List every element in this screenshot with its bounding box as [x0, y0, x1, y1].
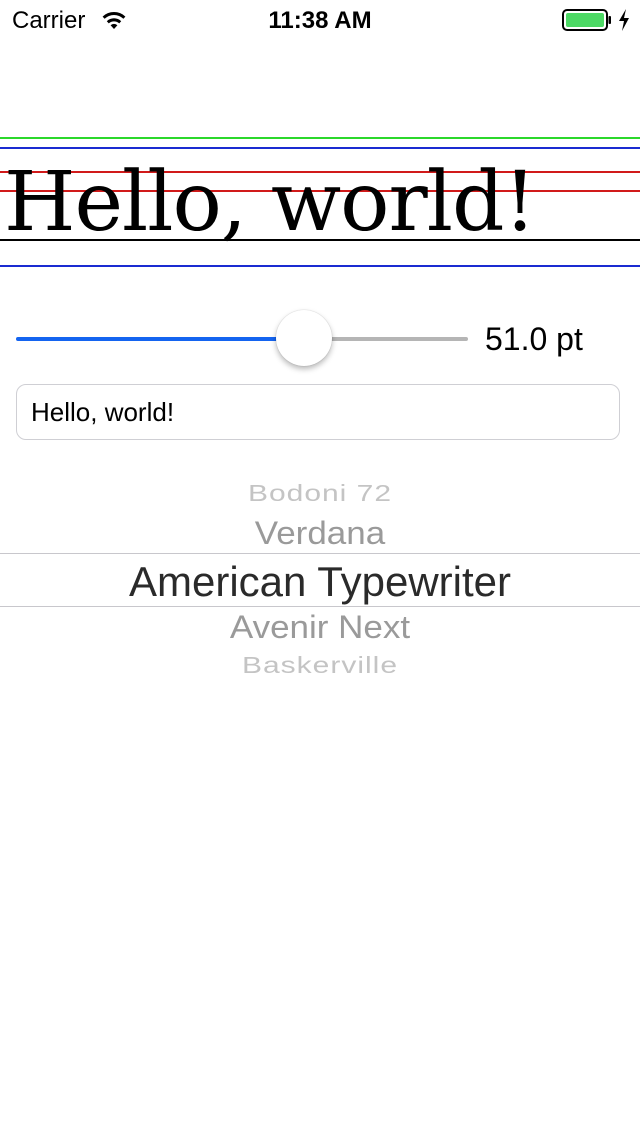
picker-item[interactable]: Baskerville [0, 653, 640, 679]
slider-thumb[interactable] [276, 310, 332, 366]
ascender-line [0, 137, 640, 139]
sample-text-input[interactable] [16, 384, 620, 440]
picker-item-selected[interactable]: American Typewriter [0, 558, 640, 606]
slider-min-track [16, 337, 304, 341]
charging-bolt-icon [619, 9, 629, 31]
preview-text: Hello, world! [4, 155, 536, 250]
font-size-slider[interactable] [16, 308, 468, 368]
screen: Carrier 11:38 AM Hello, world! 51.0 pt H… [0, 0, 640, 1136]
battery-icon [562, 9, 611, 31]
font-picker[interactable]: Bodoni 72 Verdana American Typewriter Av… [0, 470, 640, 686]
picker-selection-bottom-divider [0, 606, 640, 607]
line-bounds-bottom [0, 265, 640, 267]
font-metrics-preview: Hello, world! [0, 128, 640, 278]
line-bounds-top [0, 147, 640, 149]
font-size-value-label: 51.0 pt [485, 321, 583, 357]
picker-item[interactable]: Bodoni 72 [0, 481, 640, 507]
picker-item[interactable]: Verdana [0, 516, 640, 553]
picker-selection-top-divider [0, 553, 640, 554]
picker-item[interactable]: Avenir Next [0, 610, 640, 647]
clock: 11:38 AM [268, 7, 372, 34]
status-bar: Carrier 11:38 AM [0, 0, 640, 40]
